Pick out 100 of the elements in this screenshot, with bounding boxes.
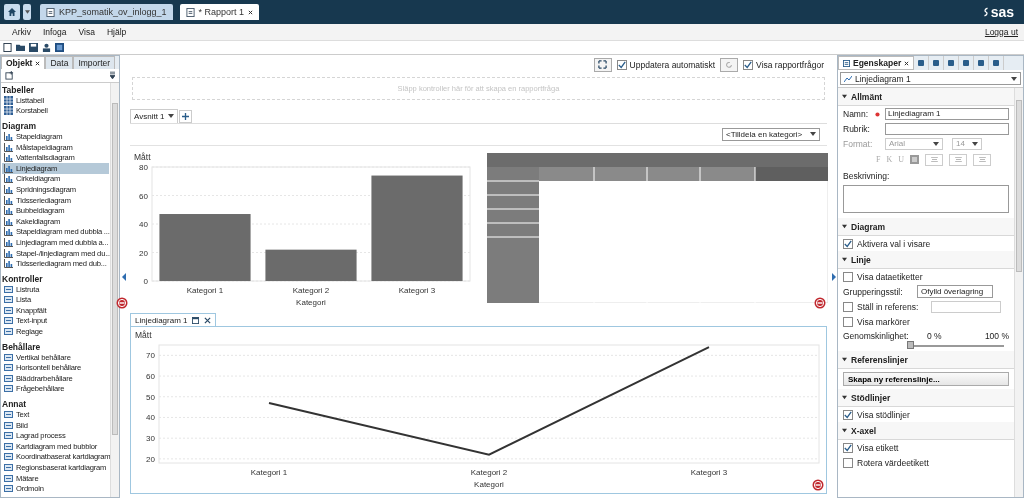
required-icon: [875, 111, 880, 117]
panel-tab[interactable]: Objekt: [1, 56, 46, 69]
home-menu-button[interactable]: [23, 4, 31, 20]
add-object-icon[interactable]: [5, 71, 14, 80]
checkbox[interactable]: [616, 59, 627, 70]
tick-label: 40: [146, 413, 155, 423]
home-button[interactable]: [4, 4, 20, 20]
dropdown-arrow-icon: [1011, 76, 1017, 81]
section-header[interactable]: Diagram: [838, 218, 1014, 236]
document-icon: [843, 59, 850, 67]
options-icon[interactable]: [110, 71, 115, 80]
field-label: Rubrik:: [843, 123, 871, 134]
group-heading: Annat: [2, 399, 28, 410]
section-header[interactable]: Linje: [838, 251, 1014, 269]
section-header[interactable]: Allmänt: [838, 88, 1014, 106]
folder-icon[interactable]: [16, 43, 25, 52]
document-tab[interactable]: * Rapport 1: [179, 4, 260, 20]
remove-icon[interactable]: [814, 297, 826, 309]
tick-label: 60: [139, 191, 148, 201]
checkbox[interactable]: [843, 409, 853, 420]
triangle-icon: [842, 224, 847, 229]
category-select[interactable]: <Tilldela en kategori>: [722, 127, 820, 141]
layout-button[interactable]: [593, 57, 612, 72]
remove-icon[interactable]: [116, 297, 128, 309]
create-reference-line-button[interactable]: Skapa ny referenslinje...: [843, 372, 1009, 386]
logo-mark-icon: [982, 7, 989, 17]
checkbox[interactable]: [843, 271, 853, 282]
slider-thumb[interactable]: [907, 341, 914, 349]
checkbox[interactable]: [743, 59, 754, 70]
section-tab[interactable]: Avsnitt 1: [130, 108, 178, 123]
panel-tab[interactable]: Importer: [73, 56, 116, 69]
reference-field[interactable]: [931, 300, 1001, 313]
grouping-select[interactable]: Ofylld överlagring: [917, 285, 993, 298]
square-icon: [977, 59, 986, 67]
collapse-arrow-icon[interactable]: [121, 272, 126, 281]
chart-icon: [4, 227, 13, 237]
close-icon[interactable]: [35, 60, 41, 66]
menu-item[interactable]: Infoga: [36, 27, 73, 37]
dropdown-arrow-icon: [167, 114, 174, 119]
menu-item[interactable]: Visa: [72, 27, 101, 37]
menu-item[interactable]: Arkiv: [6, 27, 37, 37]
widget-icon: [4, 373, 13, 383]
close-icon[interactable]: [248, 9, 254, 15]
widget-icon: [4, 410, 13, 420]
checkbox[interactable]: [843, 316, 853, 327]
panel-tab[interactable]: Data: [45, 56, 74, 69]
add-section-button[interactable]: [178, 109, 192, 123]
checkbox-label: Uppdatera automatiskt: [629, 59, 716, 70]
text-field[interactable]: [885, 122, 1009, 135]
field-label: Beskrivning:: [843, 170, 890, 181]
remove-icon[interactable]: [812, 479, 824, 491]
description-field[interactable]: [843, 185, 1009, 213]
new-report-icon[interactable]: [3, 43, 12, 52]
object-select[interactable]: Linjediagram 1: [840, 72, 1021, 85]
menu-item[interactable]: Hjälp: [100, 27, 133, 37]
dropdown-arrow-icon: [933, 141, 939, 146]
square-icon: [947, 59, 956, 67]
chart-icon: [4, 216, 13, 226]
chart-icon: [4, 174, 13, 184]
checkbox[interactable]: [843, 457, 853, 468]
scrollbar[interactable]: [1014, 88, 1023, 497]
text-field[interactable]: Linjediagram 1: [885, 107, 1009, 120]
close-icon[interactable]: [204, 316, 212, 324]
scrollbar[interactable]: [110, 83, 119, 497]
checkbox[interactable]: [843, 301, 853, 312]
user-icon[interactable]: [42, 43, 51, 52]
document-icon: [46, 7, 55, 17]
group-heading: Kontroller: [2, 273, 44, 284]
check-icon: [844, 410, 852, 419]
logout-link[interactable]: Logga ut: [984, 27, 1018, 37]
checkbox[interactable]: [843, 238, 853, 249]
section-header[interactable]: Referenslinjer: [838, 351, 1014, 369]
checkbox-label: Visa stödlinjer: [857, 409, 910, 420]
chart-title-tab[interactable]: Linjediagram 1: [130, 313, 217, 326]
section-header[interactable]: Stödlinjer: [838, 389, 1014, 407]
close-icon[interactable]: [904, 60, 910, 66]
document-tab[interactable]: KPP_somatik_ov_inlogg_1: [40, 4, 173, 20]
logo: sas: [990, 4, 1014, 20]
axis-title: Mått: [134, 152, 151, 162]
field-label: Namn:: [843, 108, 870, 119]
section-header[interactable]: X-axel: [838, 422, 1014, 440]
widget-icon: [4, 363, 13, 373]
maximize-icon[interactable]: [192, 316, 200, 324]
check-icon: [617, 60, 626, 69]
checkbox-label: Visa dataetiketter: [857, 271, 923, 282]
expand-arrow-icon[interactable]: [831, 272, 836, 281]
properties-tab[interactable]: Egenskaper: [838, 56, 915, 70]
widget-icon: [4, 463, 13, 472]
widget-icon: [4, 473, 13, 483]
window-icon[interactable]: [55, 43, 64, 52]
save-icon[interactable]: [29, 43, 38, 52]
category-label: Kategori 1: [250, 468, 288, 477]
color-icon[interactable]: [910, 155, 919, 164]
tick-label: 40: [139, 220, 148, 229]
checkbox-label: Aktivera val i visare: [857, 238, 931, 249]
axis-title: Kategori: [474, 480, 504, 489]
widget-icon: [4, 452, 13, 462]
triangle-icon: [842, 395, 847, 400]
check-icon: [844, 443, 852, 452]
checkbox[interactable]: [843, 442, 853, 453]
